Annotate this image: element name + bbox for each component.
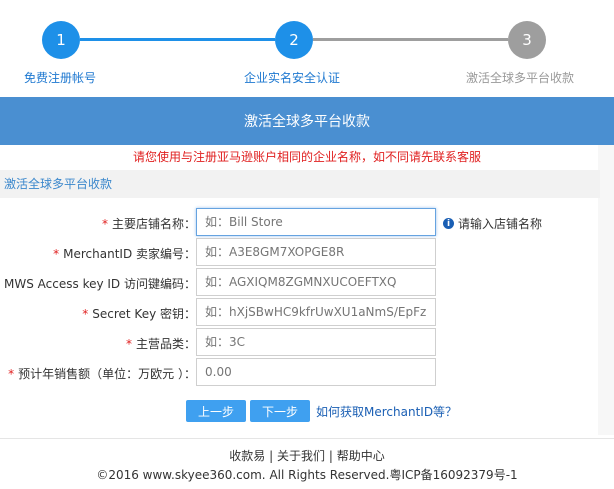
step-3-label: 激活全球多平台收款 bbox=[466, 71, 575, 85]
category-label: * 主营品类： bbox=[125, 337, 196, 351]
step-connector-1 bbox=[80, 38, 275, 41]
step-3-circle: 3 bbox=[508, 21, 546, 59]
required-mark: * bbox=[101, 217, 108, 231]
next-step-button[interactable]: 下一步 bbox=[250, 400, 310, 422]
step-2-label: 企业实名安全认证 bbox=[244, 71, 341, 85]
section-title: 激活全球多平台收款 bbox=[0, 170, 600, 198]
category-input[interactable] bbox=[196, 328, 436, 356]
form-row-category: * 主营品类： bbox=[0, 328, 614, 358]
form-row-annual-sales: * 预计年销售额（单位：万欧元 ）： bbox=[0, 358, 614, 388]
secret-key-input[interactable] bbox=[196, 298, 436, 326]
footer-divider bbox=[0, 438, 614, 439]
copyright-text: ©2016 www.skyee360.com. All Rights Reser… bbox=[96, 468, 518, 482]
page-header-bar: 激活全球多平台收款 bbox=[0, 97, 614, 145]
step-connector-2 bbox=[313, 38, 508, 41]
footer-separator: | bbox=[328, 449, 333, 463]
mws-key-input[interactable] bbox=[196, 268, 436, 296]
footer-link-skyee[interactable]: 收款易 bbox=[229, 449, 265, 463]
footer-link-help[interactable]: 帮助中心 bbox=[337, 449, 385, 463]
required-mark: * bbox=[125, 337, 132, 351]
form-row-store-name: *主要店铺名称： i请输入店铺名称 bbox=[0, 208, 614, 238]
step-1-label: 免费注册帐号 bbox=[24, 71, 97, 85]
step-2-number: 2 bbox=[289, 31, 299, 49]
mws-key-label: *MWS Access key ID 访问键编码： bbox=[0, 275, 196, 292]
prev-step-button[interactable]: 上一步 bbox=[186, 400, 246, 422]
progress-steps: 1 2 3 免费注册帐号 企业实名安全认证 激活全球多平台收款 bbox=[0, 0, 614, 97]
form-row-secret-key: * Secret Key 密钥： bbox=[0, 298, 614, 328]
merchant-id-label: * MerchantID 卖家编号： bbox=[53, 247, 196, 261]
form-row-mws-key: *MWS Access key ID 访问键编码： bbox=[0, 268, 614, 298]
step-3-number: 3 bbox=[522, 31, 532, 49]
store-name-label: * 主要店铺名称： bbox=[101, 217, 196, 231]
footer-separator: | bbox=[269, 449, 274, 463]
merchant-id-help-link[interactable]: 如何获取MerchantID等？ bbox=[316, 403, 457, 420]
merchant-id-input[interactable] bbox=[196, 238, 436, 266]
secret-key-label: * Secret Key 密钥： bbox=[82, 307, 196, 321]
required-mark: * bbox=[82, 307, 89, 321]
page-title: 激活全球多平台收款 bbox=[244, 114, 370, 130]
required-mark: * bbox=[53, 247, 60, 261]
annual-sales-label: * 预计年销售额（单位：万欧元 ）： bbox=[8, 367, 196, 381]
footer-link-about[interactable]: 关于我们 bbox=[277, 449, 325, 463]
form-row-merchant-id: * MerchantID 卖家编号： bbox=[0, 238, 614, 268]
store-name-input[interactable] bbox=[196, 208, 436, 236]
footer-links: 收款易 | 关于我们 | 帮助中心 bbox=[0, 447, 614, 464]
warning-message: 请您使用与注册亚马逊账户相同的企业名称，如不同请先联系客服 bbox=[132, 150, 481, 164]
annual-sales-input[interactable] bbox=[196, 358, 436, 386]
store-name-hint: i 请输入店铺名称 bbox=[443, 215, 542, 232]
step-2-circle: 2 bbox=[275, 21, 313, 59]
step-1-circle: 1 bbox=[42, 21, 80, 59]
step-1-number: 1 bbox=[56, 31, 66, 49]
info-icon: i bbox=[443, 218, 454, 229]
required-mark: * bbox=[8, 367, 15, 381]
